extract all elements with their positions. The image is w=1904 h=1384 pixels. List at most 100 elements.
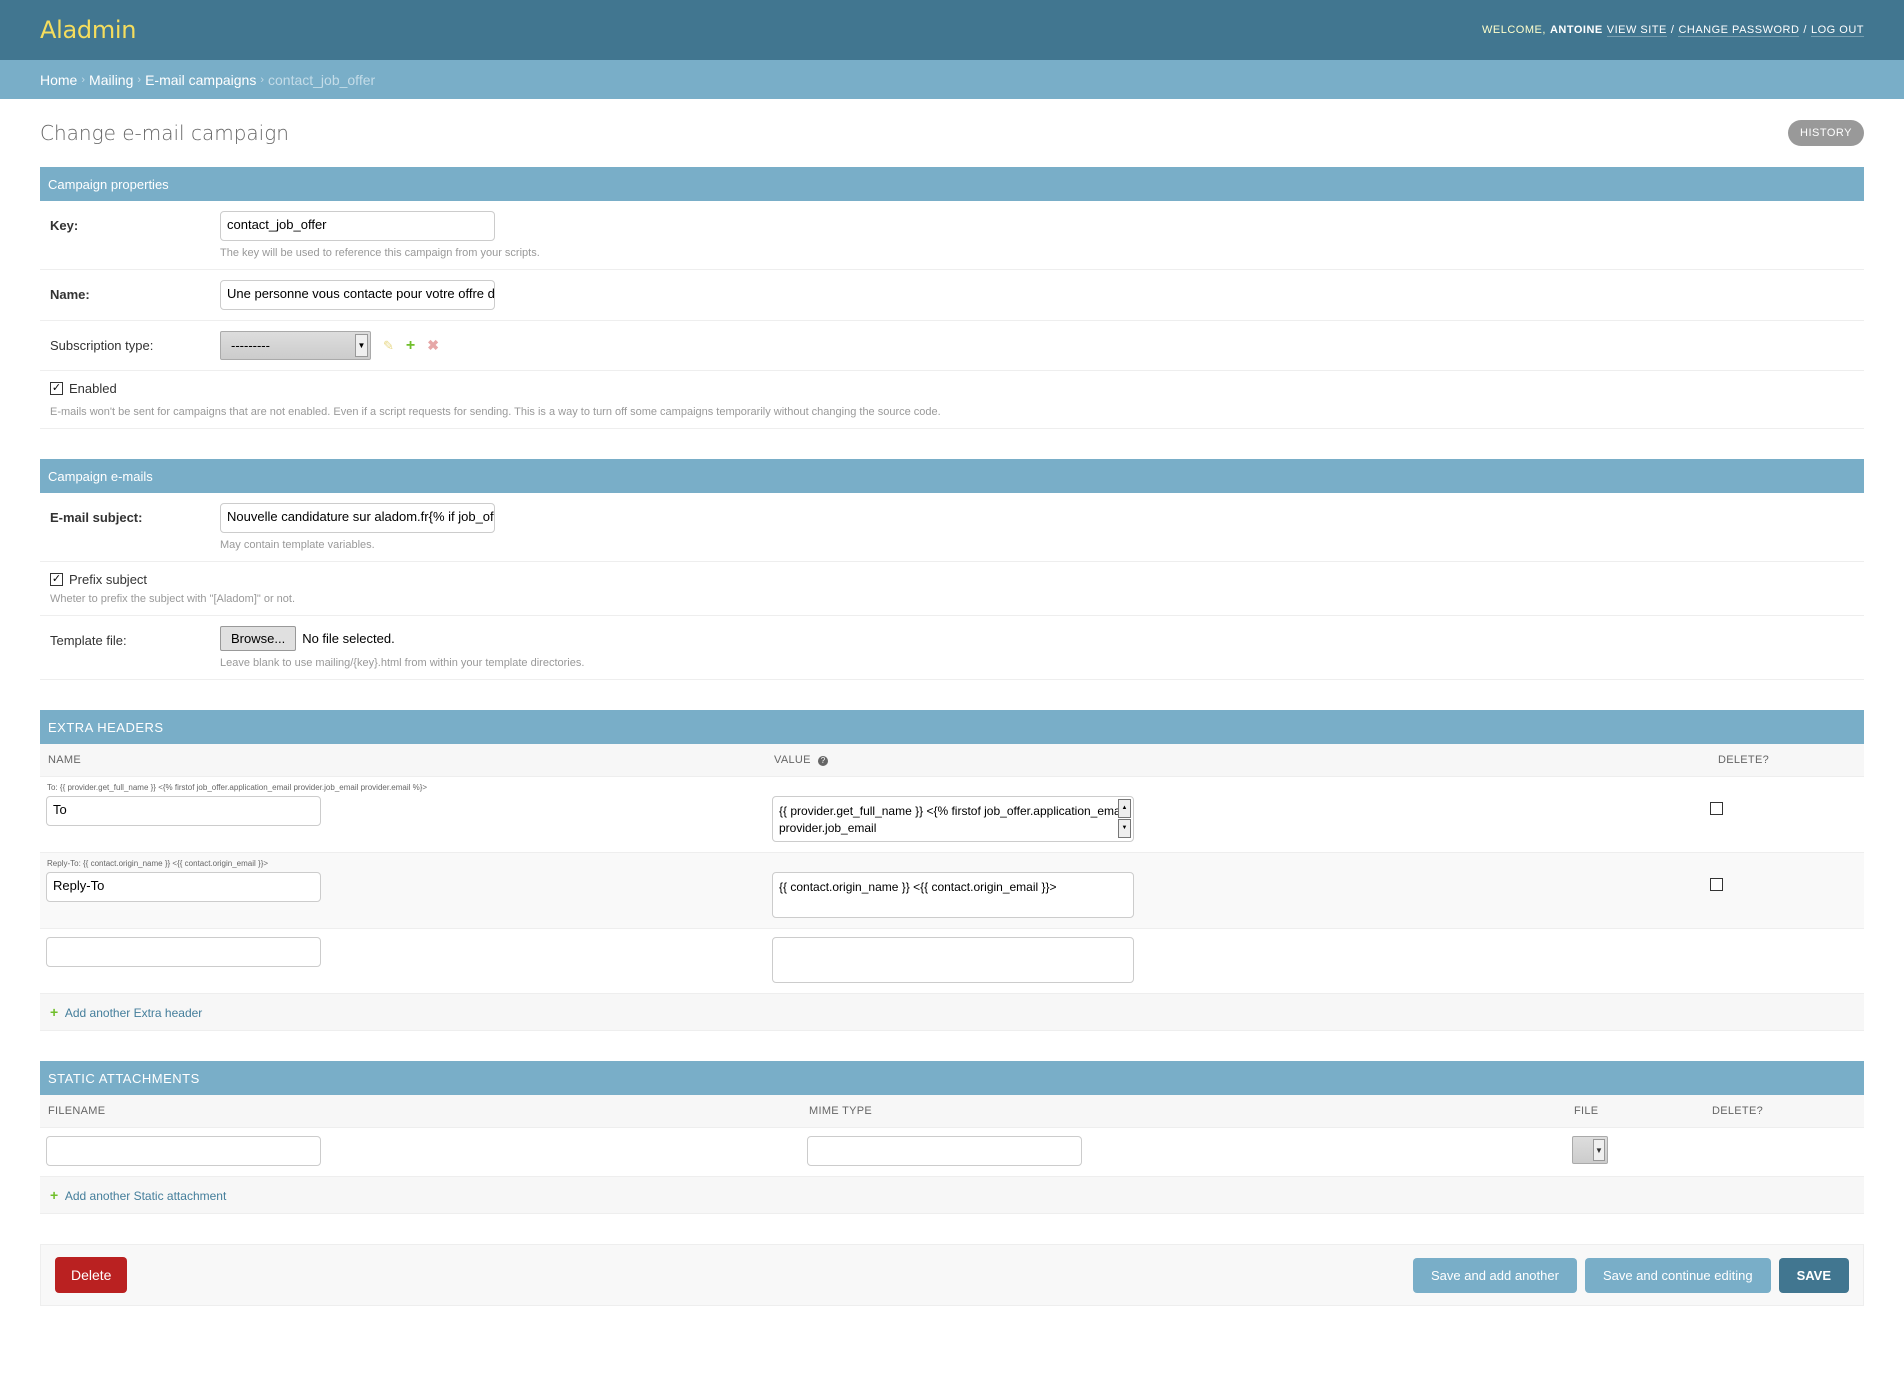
breadcrumb-home[interactable]: Home — [40, 72, 77, 88]
enabled-label: Enabled — [69, 381, 117, 396]
breadcrumb-separator: › — [260, 73, 264, 86]
browse-button[interactable]: Browse... — [220, 626, 297, 651]
name-input[interactable]: Une personne vous contacte pour votre of… — [220, 280, 495, 310]
extra-headers-fieldset: Extra headers Name Value ? Delete? To: {… — [40, 710, 1864, 1031]
prefix-row: ✓ Prefix subject Wheter to prefix the su… — [40, 562, 1864, 616]
welcome-text: Welcome, — [1482, 24, 1546, 36]
template-label: Template file: — [50, 633, 127, 648]
subject-input[interactable]: Nouvelle candidature sur aladom.fr{% if … — [220, 503, 495, 533]
breadcrumb-campaigns[interactable]: E-mail campaigns — [145, 72, 256, 88]
template-row: Template file: Browse... No file selecte… — [40, 616, 1864, 680]
subscription-label: Subscription type: — [50, 338, 154, 353]
add-static-attachment-link[interactable]: Add another Static attachment — [65, 1189, 226, 1203]
key-input[interactable]: contact_job_offer — [220, 211, 495, 241]
subscription-row: Subscription type: --------- ▼ ✎ + ✖ — [40, 321, 1864, 371]
table-row: Reply-To {{ contact.origin_name }} <{{ c… — [40, 868, 1864, 929]
no-file-text: No file selected. — [302, 631, 395, 646]
header-value-textarea[interactable] — [772, 937, 1134, 983]
add-extra-header-link[interactable]: Add another Extra header — [65, 1006, 202, 1020]
subject-help: May contain template variables. — [220, 539, 375, 551]
breadcrumb: Home › Mailing › E-mail campaigns › cont… — [0, 60, 1904, 99]
add-static-attachment-row: + Add another Static attachment — [40, 1177, 1864, 1214]
header: Aladmin Welcome, Antoine View site / Cha… — [0, 0, 1904, 60]
column-header-file: File — [1566, 1095, 1704, 1128]
save-continue-button[interactable]: Save and continue editing — [1584, 1257, 1771, 1293]
prefix-help: Wheter to prefix the subject with "[Alad… — [50, 593, 296, 605]
column-header-name: Name — [40, 744, 766, 777]
campaign-properties-fieldset: Campaign properties Key: contact_job_off… — [40, 167, 1864, 429]
prefix-label: Prefix subject — [69, 572, 148, 587]
file-select[interactable]: ▼ — [1572, 1136, 1608, 1164]
prefix-checkbox[interactable]: ✓ — [50, 573, 63, 586]
header-value-textarea[interactable]: {{ contact.origin_name }} <{{ contact.or… — [772, 872, 1134, 918]
key-label: Key: — [50, 218, 79, 233]
column-header-filename: Filename — [40, 1095, 801, 1128]
delete-icon[interactable]: ✖ — [427, 337, 439, 354]
separator: / — [1803, 24, 1807, 36]
fieldset-heading: Extra headers — [40, 710, 1864, 744]
extra-headers-table: Name Value ? Delete? To: {{ provider.get… — [40, 744, 1864, 994]
breadcrumb-mailing[interactable]: Mailing — [89, 72, 133, 88]
add-extra-header-row: + Add another Extra header — [40, 994, 1864, 1031]
breadcrumb-current: contact_job_offer — [268, 71, 376, 88]
submit-row: Delete Save and add another Save and con… — [40, 1244, 1864, 1306]
breadcrumb-separator: › — [81, 73, 86, 86]
change-password-link[interactable]: Change password — [1678, 24, 1800, 37]
site-brand[interactable]: Aladmin — [40, 16, 136, 44]
header-name-input[interactable]: To — [46, 796, 321, 826]
table-row: ▼ — [40, 1127, 1864, 1177]
subject-row: E-mail subject: Nouvelle candidature sur… — [40, 493, 1864, 562]
table-row: To: {{ provider.get_full_name }} <{% fir… — [40, 777, 1864, 792]
enabled-checkbox[interactable]: ✓ — [50, 382, 63, 395]
header-name-input[interactable] — [46, 937, 321, 967]
add-icon: + — [50, 1004, 59, 1020]
table-row: Reply-To: {{ contact.origin_name }} <{{ … — [40, 852, 1864, 868]
scroll-up-icon[interactable]: ▲ — [1118, 799, 1131, 818]
enabled-row: ✓ Enabled E-mails won't be sent for camp… — [40, 371, 1864, 429]
fieldset-heading: Campaign properties — [40, 167, 1864, 201]
delete-checkbox[interactable] — [1710, 878, 1723, 891]
history-button[interactable]: History — [1788, 120, 1864, 146]
save-button[interactable]: Save — [1778, 1257, 1849, 1293]
column-header-delete: Delete? — [1710, 744, 1864, 777]
username: Antoine — [1549, 24, 1603, 36]
subscription-select[interactable]: --------- ▼ — [220, 331, 371, 360]
logout-link[interactable]: Log out — [1810, 24, 1864, 37]
name-row: Name: Une personne vous contacte pour vo… — [40, 270, 1864, 321]
template-help: Leave blank to use mailing/{key}.html fr… — [220, 657, 585, 669]
column-header-value: Value ? — [766, 744, 1710, 777]
key-row: Key: contact_job_offer The key will be u… — [40, 201, 1864, 270]
enabled-help: E-mails won't be sent for campaigns that… — [50, 406, 941, 418]
key-help: The key will be used to reference this c… — [220, 247, 540, 259]
fieldset-heading: Static attachments — [40, 1061, 1864, 1095]
table-row: To {{ provider.get_full_name }} <{% firs… — [40, 792, 1864, 853]
view-site-link[interactable]: View site — [1606, 24, 1667, 37]
scroll-down-icon[interactable]: ▼ — [1118, 819, 1131, 838]
user-tools: Welcome, Antoine View site / Change pass… — [1482, 24, 1864, 37]
chevron-down-icon: ▼ — [1593, 1139, 1605, 1161]
delete-button[interactable]: Delete — [55, 1257, 128, 1293]
save-add-another-button[interactable]: Save and add another — [1413, 1257, 1577, 1293]
filename-input[interactable] — [46, 1136, 321, 1166]
static-attachments-table: Filename Mime type File Delete? ▼ — [40, 1095, 1864, 1177]
name-label: Name: — [50, 287, 90, 302]
edit-icon[interactable]: ✎ — [383, 338, 394, 354]
mime-type-input[interactable] — [807, 1136, 1082, 1166]
add-icon: + — [50, 1187, 59, 1203]
original-label: To: {{ provider.get_full_name }} <{% fir… — [47, 783, 428, 792]
scrollbar[interactable]: ▲ ▼ — [1118, 799, 1131, 838]
campaign-emails-fieldset: Campaign e-mails E-mail subject: Nouvell… — [40, 459, 1864, 680]
header-name-input[interactable]: Reply-To — [46, 872, 321, 902]
header-value-text: {{ provider.get_full_name }} <{% firstof… — [779, 804, 1127, 835]
fieldset-heading: Campaign e-mails — [40, 459, 1864, 493]
header-value-textarea[interactable]: {{ provider.get_full_name }} <{% firstof… — [772, 796, 1134, 842]
column-header-delete: Delete? — [1704, 1095, 1864, 1128]
original-label: Reply-To: {{ contact.origin_name }} <{{ … — [40, 852, 1864, 868]
delete-checkbox[interactable] — [1710, 802, 1723, 815]
subject-label: E-mail subject: — [50, 510, 143, 525]
add-icon[interactable]: + — [406, 337, 415, 355]
breadcrumb-separator: › — [137, 73, 142, 86]
main-content: Change e-mail campaign History Campaign … — [0, 99, 1904, 1306]
help-icon: ? — [818, 755, 829, 766]
title-row: Change e-mail campaign History — [40, 99, 1864, 167]
